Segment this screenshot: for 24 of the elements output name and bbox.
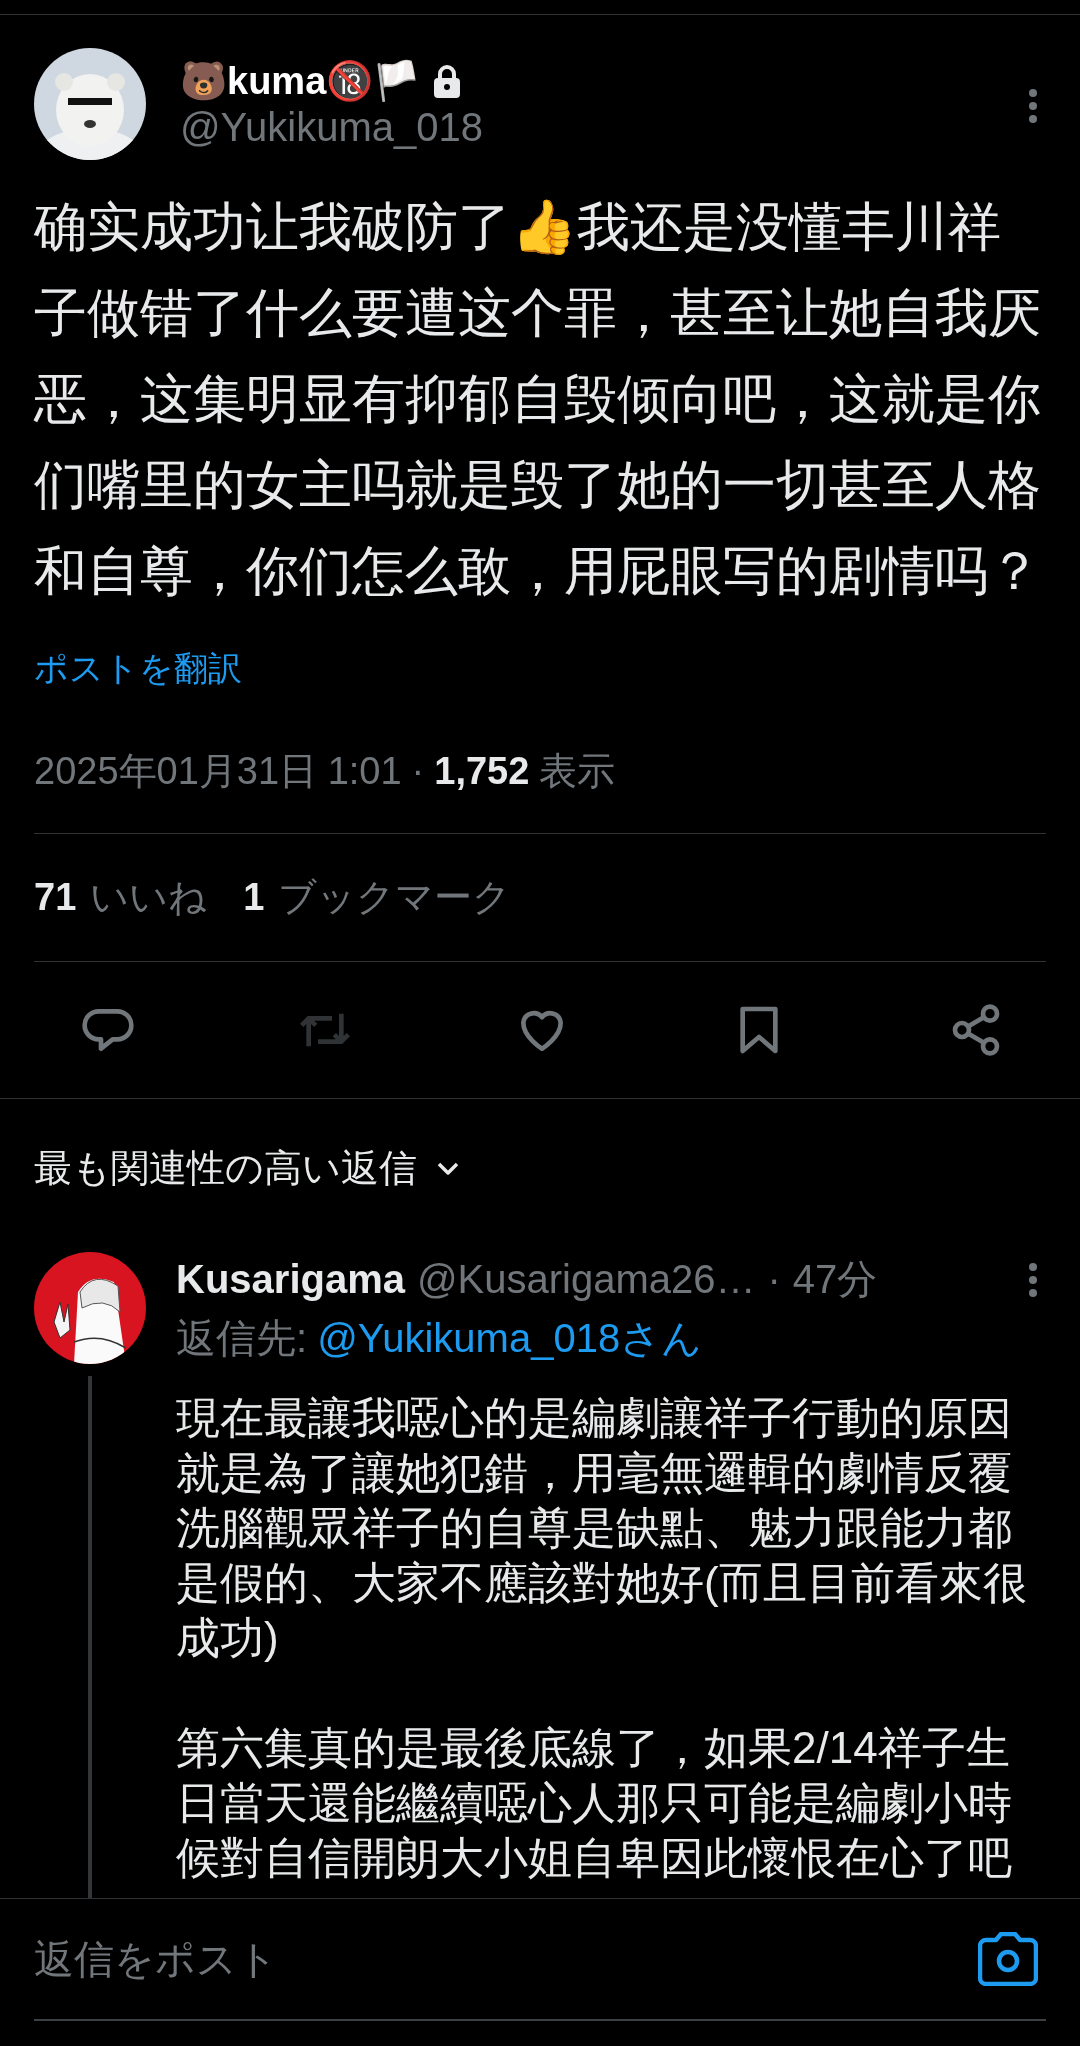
separator-dot: · (767, 1257, 781, 1302)
mention-link[interactable]: @Yukikuma_018さん (317, 1311, 703, 1366)
camera-icon[interactable] (978, 1932, 1038, 1986)
more-icon[interactable] (1028, 1261, 1038, 1298)
display-name[interactable]: Kusarigama (176, 1257, 405, 1302)
user-handle[interactable]: @Yukikuma_018 (180, 104, 1028, 150)
reply-text: 現在最讓我噁心的是編劇讓祥子行動的原因就是為了讓她犯錯，用毫無邏輯的劇情反覆洗腦觀眾祥子的自尊是缺點、魅力跟能力都是假的、大家不應該對她好(而且目前看來很成功) 第六集真的是最後底線了，如果2/14祥子生日當天還能繼續噁心人那只可能是編劇小時候對自信開朗大小姐自卑因此懷恨在心了吧 (176, 1392, 1028, 1884)
reply-to-label: 返信先: (176, 1315, 308, 1362)
stat-label[interactable]: いいね (90, 872, 208, 923)
post-timestamp[interactable]: 2025年01月31日 1:01 (34, 746, 402, 797)
stat-count[interactable]: 1 (243, 876, 265, 919)
section-heading[interactable]: 最も関連性の高い返信 (34, 1143, 417, 1194)
views-label: 表示 (539, 749, 616, 794)
user-handle[interactable]: @Kusarigama26… (417, 1257, 756, 1302)
reply-input[interactable]: 返信をポスト (34, 1936, 978, 1982)
separator-dot: · (411, 750, 425, 793)
translate-link[interactable]: ポストを翻訳 (34, 646, 242, 692)
stat-count[interactable]: 71 (34, 876, 77, 919)
stat-label[interactable]: ブックマーク (278, 872, 512, 923)
reply-time[interactable]: 47分 (792, 1252, 878, 1307)
more-icon[interactable] (1028, 88, 1038, 124)
display-name[interactable]: 🐻kuma🔞🏳 (180, 58, 421, 103)
post-text: 确实成功让我破防了👍我还是没懂丰川祥子做错了什么要遭这个罪，甚至让她自我厌恶，这集明显有抑郁自毁倾向吧，这就是你们嘴里的女主吗就是毁了她的一切甚至人格和自尊，你们怎么敢，用屁眼写的剧情吗？ (34, 196, 1042, 602)
view-count: 1,752 (434, 750, 530, 793)
